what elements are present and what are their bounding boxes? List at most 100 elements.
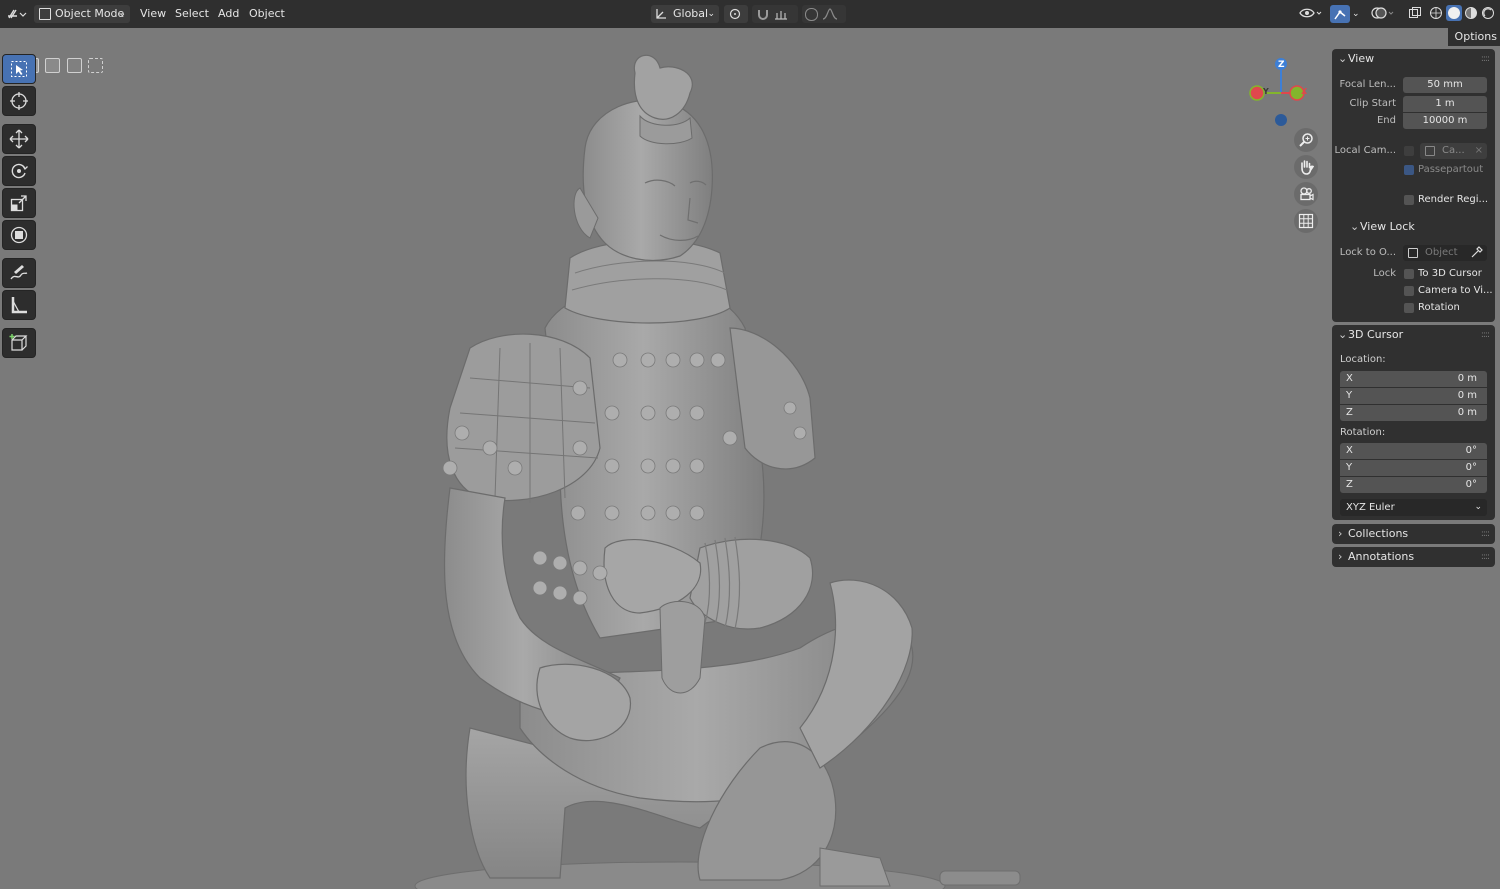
- drag-grip-icon[interactable]: ::::: [1481, 49, 1490, 69]
- transform-orientation-selector[interactable]: Global ⌄: [651, 5, 719, 23]
- chevron-right-icon: ›: [1338, 527, 1343, 540]
- solid-shading-button[interactable]: [1446, 5, 1462, 21]
- material-preview-icon[interactable]: [1464, 6, 1478, 22]
- snap-increment-icon: [774, 7, 788, 24]
- render-region-label: Render Regi...: [1418, 194, 1489, 205]
- transform-tool[interactable]: [2, 220, 36, 250]
- local-camera-checkbox[interactable]: [1404, 146, 1414, 156]
- zoom-button[interactable]: [1294, 128, 1318, 152]
- chevron-down-icon: ⌄: [707, 9, 715, 19]
- overlays-icon[interactable]: [1370, 5, 1396, 21]
- focal-length-field[interactable]: 50 mm: [1403, 77, 1487, 93]
- rotate-tool[interactable]: [2, 156, 36, 186]
- clear-x-icon[interactable]: ×: [1475, 143, 1483, 159]
- falloff-icon: [822, 7, 838, 24]
- local-camera-field[interactable]: Ca... ×: [1420, 143, 1487, 159]
- snapping-selector[interactable]: [752, 5, 798, 23]
- xray-icon[interactable]: [1408, 6, 1422, 22]
- axis-value: 0°: [1465, 479, 1477, 490]
- render-region-checkbox[interactable]: [1404, 195, 1414, 205]
- view-lock-header[interactable]: ⌄View Lock: [1344, 217, 1490, 237]
- rendered-shading-icon[interactable]: [1481, 6, 1495, 22]
- move-arrows-icon: [9, 129, 29, 149]
- menu-select[interactable]: Select: [175, 6, 209, 22]
- select-subtract-icon[interactable]: [45, 58, 60, 73]
- menu-add[interactable]: Add: [218, 6, 239, 22]
- axis-value: 0°: [1465, 445, 1477, 456]
- tool-shelf: [2, 54, 37, 360]
- visibility-icon[interactable]: [1298, 5, 1324, 21]
- lock-camera-to-view-checkbox[interactable]: [1404, 286, 1414, 296]
- transform-icon: [10, 226, 28, 244]
- cursor-rotation-z-field[interactable]: Z 0°: [1340, 477, 1487, 493]
- lock-rotation-checkbox[interactable]: [1404, 303, 1414, 313]
- cursor-location-y-field[interactable]: Y 0 m: [1340, 388, 1487, 404]
- axis-label: Z: [1346, 407, 1353, 418]
- eyedropper-icon[interactable]: [1471, 246, 1483, 264]
- cursor-location-z-field[interactable]: Z 0 m: [1340, 405, 1487, 421]
- pivot-icon: [728, 7, 744, 24]
- view-panel-title: View: [1348, 52, 1375, 65]
- collections-panel[interactable]: › Collections ::::: [1332, 524, 1495, 544]
- 3d-cursor-panel-title: 3D Cursor: [1348, 328, 1404, 341]
- chevron-down-icon: ⌄: [1474, 502, 1482, 512]
- annotations-panel[interactable]: › Annotations ::::: [1332, 547, 1495, 567]
- wireframe-shading-icon[interactable]: [1429, 6, 1443, 22]
- drag-grip-icon[interactable]: ::::: [1481, 524, 1490, 544]
- axis-label: Z: [1346, 479, 1353, 490]
- pan-button[interactable]: [1294, 155, 1318, 179]
- cursor-location-x-field[interactable]: X 0 m: [1340, 371, 1487, 387]
- pencil-icon: [10, 265, 28, 280]
- editor-type-icon[interactable]: [6, 6, 28, 22]
- drag-grip-icon[interactable]: ::::: [1481, 547, 1490, 567]
- cursor-tool[interactable]: [2, 86, 36, 116]
- menu-view[interactable]: View: [140, 6, 166, 22]
- grid-icon: [1298, 213, 1314, 229]
- drag-grip-icon[interactable]: ::::: [1481, 325, 1490, 345]
- options-button[interactable]: Options: [1448, 28, 1500, 46]
- 3d-viewport[interactable]: Z Y X: [0, 28, 1500, 889]
- pivot-point-selector[interactable]: [724, 5, 748, 23]
- add-cube-tool[interactable]: [2, 328, 36, 358]
- axis-value: 0 m: [1457, 407, 1477, 418]
- chevron-down-icon: ⌄: [1350, 220, 1360, 233]
- select-box-tool[interactable]: [2, 54, 36, 84]
- select-difference-icon[interactable]: [66, 58, 82, 73]
- menu-object[interactable]: Object: [249, 6, 285, 22]
- proportional-editing-selector[interactable]: [802, 5, 846, 23]
- cursor-rotation-y-field[interactable]: Y 0°: [1340, 460, 1487, 476]
- scale-tool[interactable]: [2, 188, 36, 218]
- axis-value: 0 m: [1457, 373, 1477, 384]
- view-panel: ⌄View :::: Focal Len... 50 mm Clip Start…: [1332, 49, 1495, 322]
- 3d-cursor-panel-header[interactable]: ⌄3D Cursor ::::: [1332, 325, 1495, 345]
- view-lock-title: View Lock: [1360, 220, 1415, 233]
- orientation-icon: [655, 7, 668, 23]
- cursor-rotation-x-field[interactable]: X 0°: [1340, 443, 1487, 459]
- chevron-right-icon: ›: [1338, 550, 1343, 563]
- collections-panel-header[interactable]: › Collections ::::: [1332, 524, 1495, 544]
- scale-icon: [10, 195, 27, 212]
- move-tool[interactable]: [2, 124, 36, 154]
- chevron-down-icon[interactable]: ⌄: [1352, 6, 1360, 22]
- view-panel-header[interactable]: ⌄View ::::: [1332, 49, 1495, 69]
- ortho-toggle-button[interactable]: [1294, 209, 1318, 233]
- camera-view-button[interactable]: [1294, 182, 1318, 206]
- location-label: Location:: [1340, 354, 1386, 365]
- gizmo-z-label: Z: [1278, 60, 1285, 70]
- select-intersect-icon[interactable]: [88, 58, 103, 73]
- clip-start-field[interactable]: 1 m: [1403, 96, 1487, 112]
- annotate-tool[interactable]: [2, 258, 36, 288]
- measure-tool[interactable]: [2, 290, 36, 320]
- rotation-mode-dropdown[interactable]: XYZ Euler ⌄: [1340, 499, 1487, 516]
- clip-end-field[interactable]: 10000 m: [1403, 113, 1487, 129]
- mode-selector[interactable]: Object Mode ⌄: [34, 5, 130, 23]
- passepartout-checkbox[interactable]: [1404, 165, 1414, 175]
- magnet-icon: [756, 7, 770, 24]
- annotations-panel-header[interactable]: › Annotations ::::: [1332, 547, 1495, 567]
- gizmo-x-label: X: [1301, 87, 1308, 96]
- axis-label: X: [1346, 373, 1353, 384]
- lock-to-3d-cursor-checkbox[interactable]: [1404, 269, 1414, 279]
- rotation-mode-value: XYZ Euler: [1346, 502, 1395, 513]
- gizmo-toggle-button[interactable]: [1330, 5, 1350, 23]
- lock-to-object-field[interactable]: Object: [1403, 245, 1487, 261]
